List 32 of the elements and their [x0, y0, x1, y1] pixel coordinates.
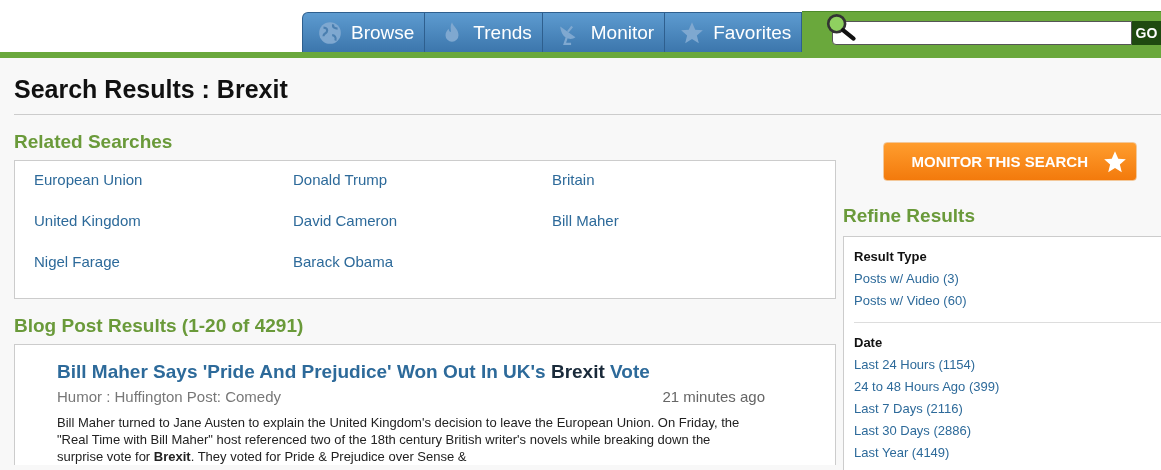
filter-link[interactable]: Last Year (4149)	[854, 442, 950, 464]
post-title-link[interactable]: Bill Maher Says 'Pride And Prejudice' Won Out In UK's Brexit Vote	[57, 361, 765, 383]
filter-link[interactable]: Posts w/ Video (60)	[854, 290, 967, 312]
related-search-link[interactable]: Nigel Farage	[34, 253, 293, 294]
filter-link[interactable]: Last 30 Days (2886)	[854, 420, 972, 442]
post-source: Humor : Huffington Post: Comedy	[57, 388, 281, 405]
filter-link[interactable]: Posts w/ Audio (3)	[854, 268, 959, 290]
filter-group-title: Date	[854, 335, 883, 350]
related-search-link[interactable]: United Kingdom	[34, 212, 293, 253]
nav-tab[interactable]: Trends	[425, 12, 543, 52]
post-excerpt: Bill Maher turned to Jane Austen to explain the United Kingdom's decision to leave the European Union. On Friday, the "Real Time with Bill Maher" host referenced two of the 18th century British writer's novels while breaking down the surprise vote for Brexit. They voted for Pride & Prejudice over Sense &	[57, 414, 741, 465]
page-title: Search Results : Brexit	[14, 75, 1161, 115]
related-search-link[interactable]: David Cameron	[293, 212, 552, 253]
related-search-link[interactable]: Bill Maher	[552, 212, 816, 253]
globe-icon	[317, 19, 343, 46]
filter-link[interactable]: Last 24 Hours (1154)	[854, 354, 976, 376]
section-heading: Related Searches	[14, 131, 174, 153]
filter-link[interactable]: 24 to 48 Hours Ago (399)	[854, 376, 1000, 398]
related-search-link[interactable]: Donald Trump	[293, 171, 552, 212]
search-field[interactable]	[832, 20, 1132, 45]
section-heading: Blog Post Results (1-20 of 4291)	[14, 315, 305, 337]
related-search-link[interactable]: Barack Obama	[293, 253, 552, 294]
nav-tab[interactable]: Favorites	[665, 12, 803, 52]
related-search-link[interactable]: Britain	[552, 171, 816, 212]
post-time: 21 minutes ago	[662, 388, 765, 405]
go-button[interactable]: GO	[1132, 20, 1161, 45]
related-search-link[interactable]: European Union	[34, 171, 293, 212]
filter-group-title: Result Type	[854, 249, 927, 264]
nav-tab[interactable]: Monitor	[542, 12, 666, 52]
nav-tab[interactable]: Browse	[302, 12, 426, 52]
section-heading: Refine Results	[843, 205, 976, 227]
filter-link[interactable]: Last 7 Days (2116)	[854, 398, 963, 420]
